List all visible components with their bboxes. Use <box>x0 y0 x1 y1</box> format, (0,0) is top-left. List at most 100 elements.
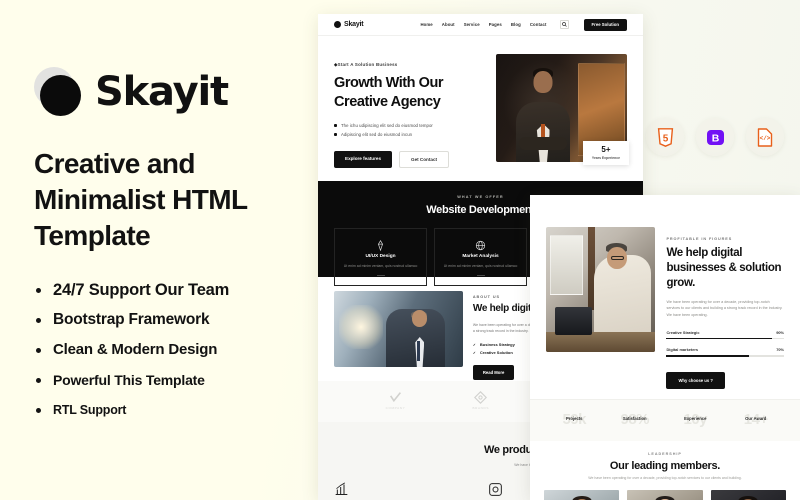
svg-text:5: 5 <box>662 133 668 144</box>
figures-content: PROFITABLE IN FIGURES We help digital bu… <box>666 227 784 389</box>
html5-icon: 5 <box>657 127 673 147</box>
html5-badge: 5 <box>646 118 684 156</box>
code-file-badge: </> <box>746 118 784 156</box>
site-logo[interactable]: Skayit <box>334 21 364 28</box>
design-pen-icon <box>342 238 419 252</box>
why-choose-us-button[interactable]: Why choose us ? <box>666 371 725 389</box>
offer-card[interactable]: UI/UX Design Ut enim ad minim veniam, qu… <box>334 228 427 286</box>
offer-card-desc: Ut enim ad minim veniam, quis nostrud ul… <box>343 264 418 268</box>
get-contact-button[interactable]: Get Contact <box>399 150 450 168</box>
site-logo-dot-icon <box>334 21 341 28</box>
brand-logo: Skayit <box>34 62 324 122</box>
explore-features-button[interactable]: Explore features <box>334 150 392 168</box>
team-sub: We have been operating for over a decade… <box>588 475 742 480</box>
hero-section: Start A Solution Business Growth With Ou… <box>318 36 643 181</box>
offer-card-desc: Ut enim ad minim veniam, quis nostrud ul… <box>443 264 518 268</box>
hero-bullets: The ichu udipiscing elit sed do eiusmod … <box>334 121 486 139</box>
figures-body: We have been operating for over a decade… <box>666 299 783 317</box>
stat-label: Projects <box>565 415 583 421</box>
site-logo-text: Skayit <box>344 21 364 28</box>
feature-item: 24/7 Support Our Team <box>34 275 324 305</box>
figures-eyebrow: PROFITABLE IN FIGURES <box>666 237 733 241</box>
stat-label: Satisfaction <box>622 415 647 421</box>
skill-track <box>666 337 784 340</box>
partner-label: COMPANY <box>385 406 406 410</box>
experience-number: 5+ <box>601 144 611 154</box>
bootstrap-icon: B <box>706 129 724 145</box>
skill-value: 90% <box>776 329 784 335</box>
team-member-photo <box>710 489 786 500</box>
partner-label: BRANDS <box>472 406 489 410</box>
brand-name: Skayit <box>95 69 229 115</box>
experience-badge: 5+ Years Experience <box>582 140 629 165</box>
logo-circle-icon <box>34 67 84 117</box>
skill-bars: Creative Strategic 90% Digital marketers… <box>666 330 784 357</box>
free-solution-button[interactable]: Free Solution <box>583 18 627 31</box>
nav-item-service[interactable]: Service <box>464 22 480 27</box>
stat-item: 14+ Our Award <box>728 412 784 427</box>
svg-text:</>: </> <box>760 135 771 142</box>
nav-item-home[interactable]: Home <box>420 22 432 27</box>
stat-item: 59k Projects <box>546 412 602 427</box>
nav-item-contact[interactable]: Contact <box>530 22 547 27</box>
stat-label: Experience <box>684 415 707 421</box>
feature-item: Clean & Modern Design <box>34 335 324 365</box>
team-section: LEADERSHIP Our leading members. We have … <box>530 440 800 500</box>
check-logo-icon <box>386 391 406 404</box>
svg-text:B: B <box>711 132 719 144</box>
skill-value: 70% <box>776 347 784 353</box>
skill-bar: Creative Strategic 90% <box>666 330 784 340</box>
stat-item: 10y Experience <box>667 412 723 427</box>
search-icon[interactable] <box>559 20 569 29</box>
service-card[interactable]: Consulting services & inspirations SEO O… <box>334 482 474 500</box>
site-nav: Home About Service Pages Blog Contact Fr… <box>420 18 627 31</box>
skill-label: Digital marketers <box>666 347 699 353</box>
team-eyebrow: LEADERSHIP <box>648 451 682 456</box>
feature-list: 24/7 Support Our Team Bootstrap Framewor… <box>34 275 324 425</box>
hero-content: Start A Solution Business Growth With Ou… <box>334 54 486 168</box>
hero-bullet: The ichu udipiscing elit sed do eiusmod … <box>334 121 486 130</box>
hero-visual: 5+ Years Experience <box>496 54 629 165</box>
partner-logo-2: BRANDS <box>473 391 490 410</box>
offer-card-title: Market Analysis <box>462 254 499 259</box>
feature-item: RTL Support <box>34 395 324 425</box>
figures-title: We help digital businesses & solution gr… <box>666 247 782 289</box>
team-title: Our leading members. <box>609 459 721 472</box>
figures-section: PROFITABLE IN FIGURES We help digital bu… <box>530 213 800 399</box>
stat-label: Our Award <box>745 415 767 421</box>
promo-panel: Skayit Creative and Minimalist HTML Temp… <box>34 62 324 425</box>
hero-eyebrow: Start A Solution Business <box>334 62 486 68</box>
feature-item: Powerful This Template <box>34 365 324 395</box>
skill-label: Creative Strategic <box>666 329 700 335</box>
hero-buttons: Explore features Get Contact <box>334 150 486 168</box>
nav-item-about[interactable]: About <box>442 22 455 27</box>
team-member-card[interactable]: Henderson Maria Business <box>627 489 703 500</box>
about-photo <box>334 291 463 367</box>
site-header: Skayit Home About Service Pages Blog Con… <box>318 14 643 36</box>
template-preview-secondary[interactable]: PROFITABLE IN FIGURES We help digital bu… <box>530 195 800 500</box>
about-read-more-button[interactable]: Read More <box>472 365 515 381</box>
team-member-card[interactable]: Luna Mathida Developer <box>710 489 786 500</box>
stat-item: 98% Satisfaction <box>607 412 663 427</box>
consulting-icon <box>334 482 474 497</box>
team-cards: Elza Hermione UI/UX Developer Henderson … <box>544 489 786 500</box>
team-member-card[interactable]: Elza Hermione UI/UX Developer <box>544 489 620 500</box>
nav-item-blog[interactable]: Blog <box>511 22 521 27</box>
bootstrap-badge: B <box>696 118 734 156</box>
partner-logo-1: COMPANY <box>386 391 406 410</box>
tech-badges: 5 B </> <box>646 118 784 156</box>
diamond-logo-icon <box>473 391 490 404</box>
stats-row: 59k Projects 98% Satisfaction 10y Experi… <box>530 398 800 441</box>
nav-item-pages[interactable]: Pages <box>489 22 502 27</box>
globe-icon <box>442 238 519 251</box>
code-file-icon: </> <box>757 127 773 147</box>
offer-card-title: UI/UX Design <box>365 254 396 259</box>
figures-photo <box>546 227 656 352</box>
hero-bullet: Adipiscing elit sed do eiusmod incun <box>334 130 486 139</box>
experience-label: Years Experience <box>591 155 620 160</box>
team-member-photo <box>627 489 703 500</box>
offer-card[interactable]: Market Analysis Ut enim ad minim veniam,… <box>434 228 527 286</box>
skill-track <box>666 355 784 357</box>
skill-bar: Digital marketers 70% <box>666 347 784 357</box>
feature-item: Bootstrap Framework <box>34 305 324 335</box>
